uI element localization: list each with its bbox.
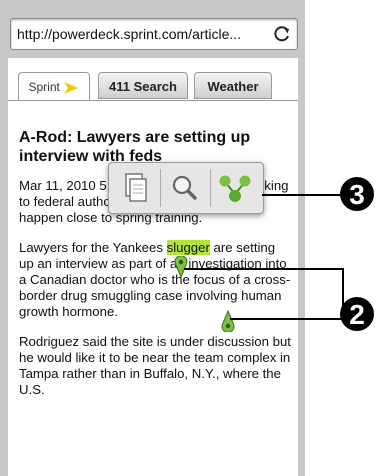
- selected-text[interactable]: slugger: [166, 240, 210, 255]
- copy-icon[interactable]: [111, 168, 159, 208]
- share-icon[interactable]: [211, 168, 259, 208]
- article-paragraph-3: Rodriguez said the site is under discuss…: [19, 334, 291, 397]
- callout-badge-2: 2: [340, 297, 374, 331]
- callout-line-2b: [230, 318, 344, 320]
- article-paragraph-2: Lawyers for the Yankees slugger are sett…: [19, 240, 293, 320]
- callout-line-3: [262, 194, 342, 196]
- phone-screen: http://powerdeck.sprint.com/article... S…: [0, 0, 305, 476]
- url-text[interactable]: http://powerdeck.sprint.com/article...: [17, 26, 241, 42]
- tab-411-search[interactable]: 411 Search: [98, 72, 188, 99]
- address-bar[interactable]: http://powerdeck.sprint.com/article...: [10, 18, 298, 50]
- refresh-icon[interactable]: [272, 24, 292, 44]
- paragraph-2-start: Lawyers for the Yankees: [19, 240, 167, 255]
- sprint-logo-icon: [64, 81, 79, 94]
- tab-weather[interactable]: Weather: [194, 72, 272, 99]
- web-page: Sprint 411 Search Weather A-Rod: Lawyers…: [8, 58, 298, 476]
- article-headline[interactable]: A-Rod: Lawyers are setting up interview …: [19, 128, 293, 166]
- search-icon[interactable]: [161, 168, 209, 208]
- tab-divider: [8, 100, 298, 101]
- callout-line-2a: [184, 268, 344, 270]
- text-selection-toolbar: [108, 162, 264, 214]
- sprint-logo-text: Sprint: [28, 80, 60, 94]
- tab-sprint[interactable]: Sprint: [18, 72, 90, 101]
- selection-end-handle[interactable]: [221, 310, 235, 332]
- callout-badge-3: 3: [340, 177, 374, 211]
- selection-start-handle[interactable]: [174, 256, 188, 278]
